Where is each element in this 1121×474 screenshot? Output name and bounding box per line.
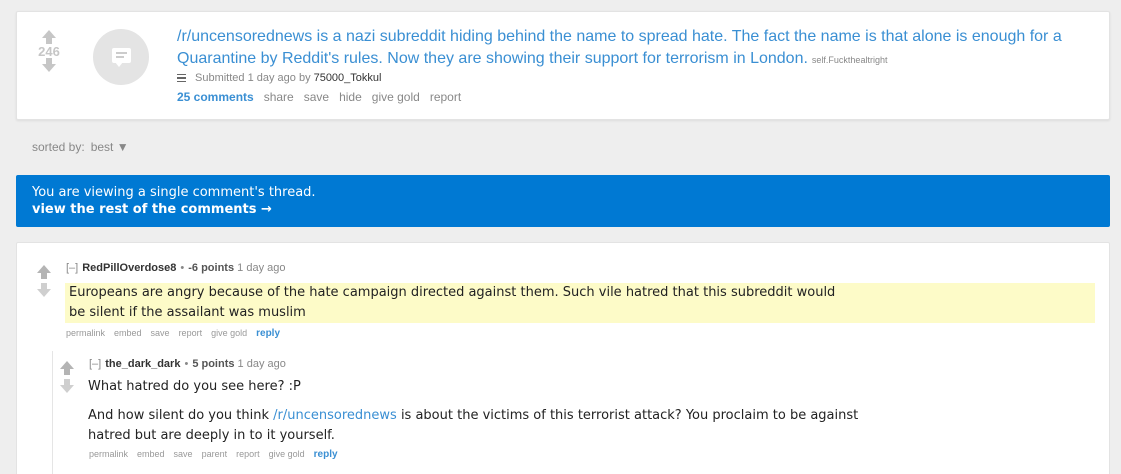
comment-body: What hatred do you see here? :P And how … [88,377,1088,446]
comment-vote [60,361,74,393]
hide-button[interactable]: hide [339,90,362,104]
downvote-icon[interactable] [37,283,51,297]
comment-points: -6 points [188,262,235,274]
reply-button[interactable]: reply [256,328,280,339]
give-gold-button[interactable]: give gold [211,328,247,339]
post-title-wrap: /r/uncensorednews is a nazi subreddit hi… [177,26,1097,70]
comment-points: 5 points [192,358,235,370]
report-button[interactable]: report [430,90,461,104]
share-button[interactable]: share [264,90,294,104]
comment-vote [37,265,51,297]
save-button[interactable]: save [304,90,329,104]
downvote-icon[interactable] [60,379,74,393]
comment-time: 1 day ago [237,358,286,370]
embed-button[interactable]: embed [137,449,165,460]
sort-menu: sorted by: best ▼ [32,140,129,154]
post-buttons: 25 comments share save hide give gold re… [177,90,461,104]
post-card: 246 /r/uncensorednews is a nazi subreddi… [16,11,1110,120]
upvote-icon[interactable] [42,30,56,44]
collapse-toggle[interactable]: [–] [89,358,101,370]
upvote-icon[interactable] [37,265,51,279]
post-tagline: Submitted 1 day ago by 75000_Tokkul [177,72,381,84]
separator-dot: • [180,262,185,274]
parent-button[interactable]: parent [202,449,228,460]
give-gold-button[interactable]: give gold [269,449,305,460]
save-button[interactable]: save [174,449,193,460]
report-button[interactable]: report [179,328,203,339]
comment-text-line: hatred but are deeply in to it yourself. [88,428,335,443]
comment-text-line: Europeans are angry because of the hate … [69,285,836,300]
post-title[interactable]: /r/uncensorednews is a nazi subreddit hi… [177,28,1062,67]
comment-author[interactable]: the_dark_dark [105,358,180,370]
permalink-button[interactable]: permalink [66,328,105,339]
comments-link[interactable]: 25 comments [177,90,254,104]
single-thread-banner: You are viewing a single comment's threa… [16,175,1110,227]
comment-buttons: permalink embed save parent report give … [89,449,338,460]
comment-paragraph: What hatred do you see here? :P [88,379,301,394]
expando-icon[interactable] [177,74,186,82]
comments-area: [–] RedPillOverdose8 • -6 points 1 day ago … [16,242,1110,474]
collapse-toggle[interactable]: [–] [66,262,78,274]
comment-text-line: be silent if the assailant was muslim [69,305,306,320]
speech-bubble-icon [112,48,131,67]
permalink-button[interactable]: permalink [89,449,128,460]
sort-dropdown[interactable]: best ▼ [91,140,129,154]
child-thread-line[interactable] [52,351,53,474]
submitted-text: Submitted 1 day ago by [195,72,311,84]
post-score: 246 [38,44,60,59]
post-vote: 246 [37,30,61,72]
downvote-icon[interactable] [42,58,56,72]
embed-button[interactable]: embed [114,328,142,339]
subreddit-link[interactable]: /r/uncensorednews [273,408,397,423]
comment-text: And how silent do you think [88,408,274,423]
save-button[interactable]: save [151,328,170,339]
comment-time: 1 day ago [237,262,286,274]
comment-tagline: [–] the_dark_dark • 5 points 1 day ago [89,358,286,370]
post-author[interactable]: 75000_Tokkul [314,72,382,84]
sort-label: sorted by: [32,140,85,154]
reply-button[interactable]: reply [314,449,338,460]
comment-author[interactable]: RedPillOverdose8 [82,262,176,274]
comment-body: Europeans are angry because of the hate … [65,283,1095,323]
report-button[interactable]: report [236,449,260,460]
view-rest-link[interactable]: view the rest of the comments → [32,201,1094,218]
give-gold-button[interactable]: give gold [372,90,420,104]
comment-paragraph: And how silent do you think /r/uncensore… [88,406,1088,426]
post-domain[interactable]: self.Fuckthealtright [812,55,888,65]
comment-tagline: [–] RedPillOverdose8 • -6 points 1 day ago [66,262,285,274]
comment-buttons: permalink embed save report give gold re… [66,328,280,339]
separator-dot: • [184,358,189,370]
comment-text: is about the victims of this terrorist a… [396,408,859,423]
self-post-thumbnail[interactable] [93,29,149,85]
upvote-icon[interactable] [60,361,74,375]
banner-message: You are viewing a single comment's threa… [32,185,316,200]
